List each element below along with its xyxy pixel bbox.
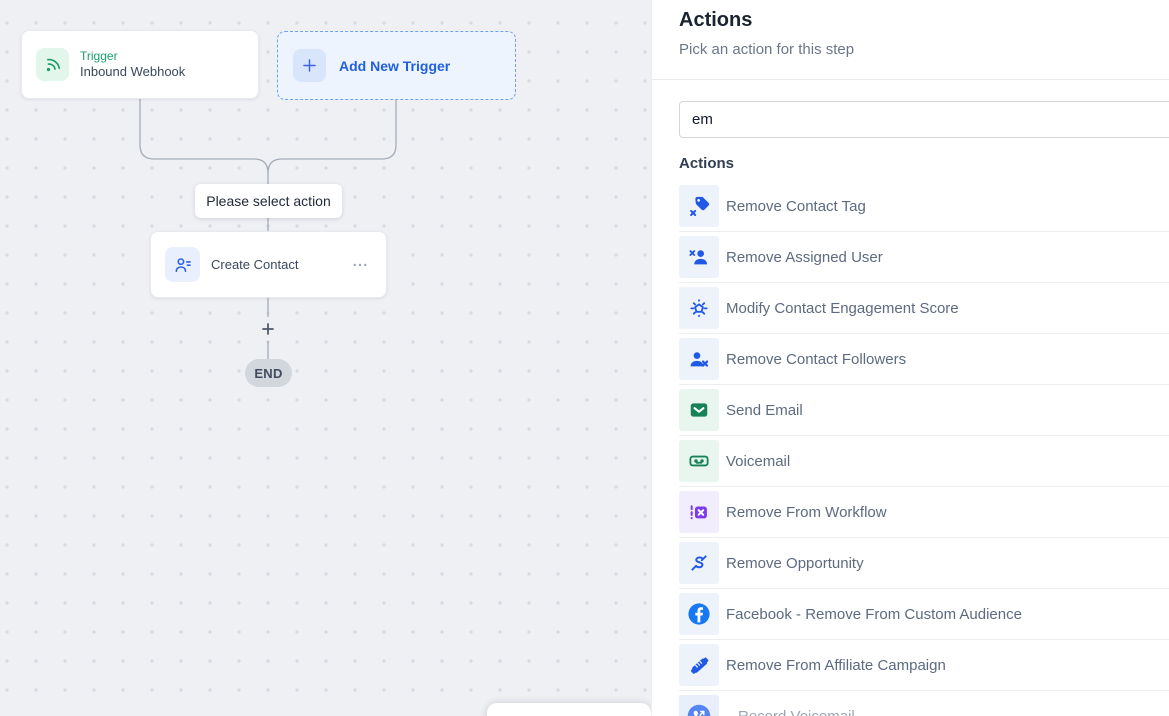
action-item-label: Remove From Affiliate Campaign <box>726 657 946 674</box>
panel-title: Actions <box>679 9 752 32</box>
opportunity-remove-icon <box>679 542 719 584</box>
webhook-icon <box>36 48 69 81</box>
actions-section-label: Actions <box>679 155 734 172</box>
action-list-item[interactable]: Modify Contact Engagement Score <box>679 283 1169 334</box>
send-email-icon <box>679 389 719 431</box>
followers-remove-icon <box>679 338 719 380</box>
canvas-toolbar[interactable] <box>487 703 651 716</box>
voicemail-icon <box>679 440 719 482</box>
workflow-remove-icon <box>679 491 719 533</box>
action-item-label: Remove Contact Tag <box>726 198 866 215</box>
action-list-item[interactable]: Remove Contact Tag <box>679 181 1169 232</box>
plus-icon <box>293 49 326 82</box>
action-item-label: Remove Contact Followers <box>726 351 906 368</box>
workflow-builder: Trigger Inbound Webhook Add New Trigger … <box>0 0 1169 716</box>
end-node-label: END <box>254 366 282 381</box>
action-list-item[interactable]: Remove From Workflow <box>679 487 1169 538</box>
contact-icon <box>165 247 200 282</box>
action-item-label: Remove Assigned User <box>726 249 883 266</box>
connector-lines <box>0 0 651 716</box>
tag-remove-icon <box>679 185 719 227</box>
action-list-item[interactable]: Voicemail <box>679 436 1169 487</box>
create-contact-label: Create Contact <box>211 257 348 272</box>
create-contact-node[interactable]: Create Contact <box>150 231 387 298</box>
add-step-icon[interactable] <box>260 321 276 337</box>
user-remove-icon <box>679 236 719 278</box>
action-list-item[interactable]: Send Email <box>679 385 1169 436</box>
select-action-hint-label: Please select action <box>206 193 331 209</box>
action-list-item[interactable]: Remove Assigned User <box>679 232 1169 283</box>
action-item-label: Voicemail <box>726 453 790 470</box>
action-list-item[interactable]: Remove Opportunity <box>679 538 1169 589</box>
end-node: END <box>245 359 292 387</box>
action-list-item[interactable]: Record Voicemail <box>679 691 1169 716</box>
trigger-node[interactable]: Trigger Inbound Webhook <box>21 30 259 99</box>
workflow-canvas[interactable]: Trigger Inbound Webhook Add New Trigger … <box>0 0 651 716</box>
select-action-hint: Please select action <box>195 184 342 218</box>
facebook-icon <box>679 593 719 635</box>
action-list: Remove Contact Tag Remove Assigned User … <box>679 181 1169 716</box>
action-item-label: Record Voicemail <box>738 708 855 716</box>
engagement-score-icon <box>679 287 719 329</box>
action-item-label: Modify Contact Engagement Score <box>726 300 959 317</box>
action-list-item[interactable]: Remove Contact Followers <box>679 334 1169 385</box>
actions-panel: Actions Pick an action for this step Act… <box>651 0 1169 716</box>
trigger-node-type: Trigger <box>80 49 185 64</box>
add-new-trigger-button[interactable]: Add New Trigger <box>277 31 516 100</box>
action-list-item[interactable]: Remove From Affiliate Campaign <box>679 640 1169 691</box>
action-item-label: Remove From Workflow <box>726 504 887 521</box>
node-menu-icon[interactable] <box>348 256 372 274</box>
action-list-item[interactable]: Facebook - Remove From Custom Audience <box>679 589 1169 640</box>
action-search-input[interactable] <box>679 101 1169 138</box>
trigger-node-name: Inbound Webhook <box>80 64 185 80</box>
action-item-label: Send Email <box>726 402 803 419</box>
handshake-icon <box>679 644 719 686</box>
action-item-label: Facebook - Remove From Custom Audience <box>726 606 1022 623</box>
add-new-trigger-label: Add New Trigger <box>339 58 450 74</box>
record-voicemail-icon <box>679 695 719 716</box>
panel-subtitle: Pick an action for this step <box>679 41 854 58</box>
action-item-label: Remove Opportunity <box>726 555 864 572</box>
panel-divider <box>652 79 1169 80</box>
